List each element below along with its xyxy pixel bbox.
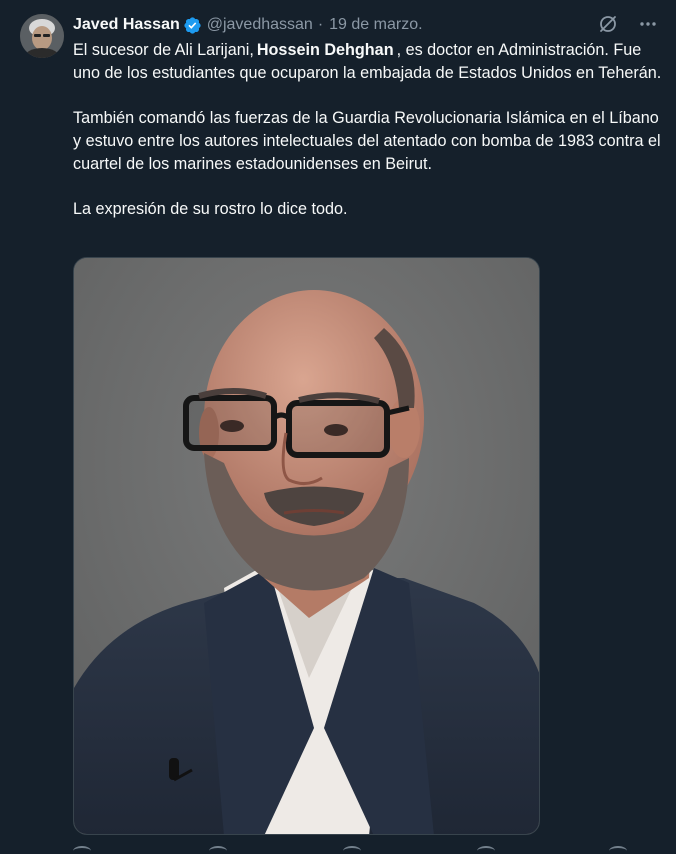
avatar[interactable]	[20, 14, 64, 58]
bookmark-icon[interactable]	[609, 846, 627, 854]
tweet-card[interactable]: Javed Hassan @javedhassan · 19 de marzo.	[0, 0, 676, 854]
text-fragment: El sucesor de Ali Larijani,	[73, 41, 254, 59]
tweet-text: El sucesor de Ali Larijani, Hossein Dehgh…	[73, 39, 663, 221]
tweet-paragraph-1: El sucesor de Ali Larijani, Hossein Dehgh…	[73, 39, 663, 85]
reply-icon[interactable]	[73, 846, 91, 854]
tweet-paragraph-3: La expresión de su rostro lo dice todo.	[73, 200, 348, 218]
photo-portrait	[74, 258, 539, 834]
author-name[interactable]: Javed Hassan	[73, 16, 180, 34]
tweet-header: Javed Hassan @javedhassan · 19 de marzo.	[73, 14, 662, 36]
author-handle[interactable]: @javedhassan	[207, 16, 313, 34]
grok-icon[interactable]	[598, 14, 618, 34]
tweet-actions-row	[73, 846, 633, 854]
like-icon[interactable]	[343, 846, 361, 854]
more-icon[interactable]	[638, 14, 658, 34]
mention-link[interactable]: Hossein Dehghan	[254, 41, 397, 59]
tweet-paragraph-2: También comandó las fuerzas de la Guardi…	[73, 109, 661, 173]
tweet-date[interactable]: 19 de marzo.	[329, 16, 422, 34]
tweet-photo[interactable]	[73, 257, 540, 835]
separator-dot: ·	[317, 16, 324, 33]
header-actions	[598, 14, 658, 34]
avatar-image	[20, 14, 64, 58]
repost-icon[interactable]	[209, 846, 227, 854]
verified-badge-icon[interactable]	[183, 16, 202, 35]
views-icon[interactable]	[477, 846, 495, 854]
